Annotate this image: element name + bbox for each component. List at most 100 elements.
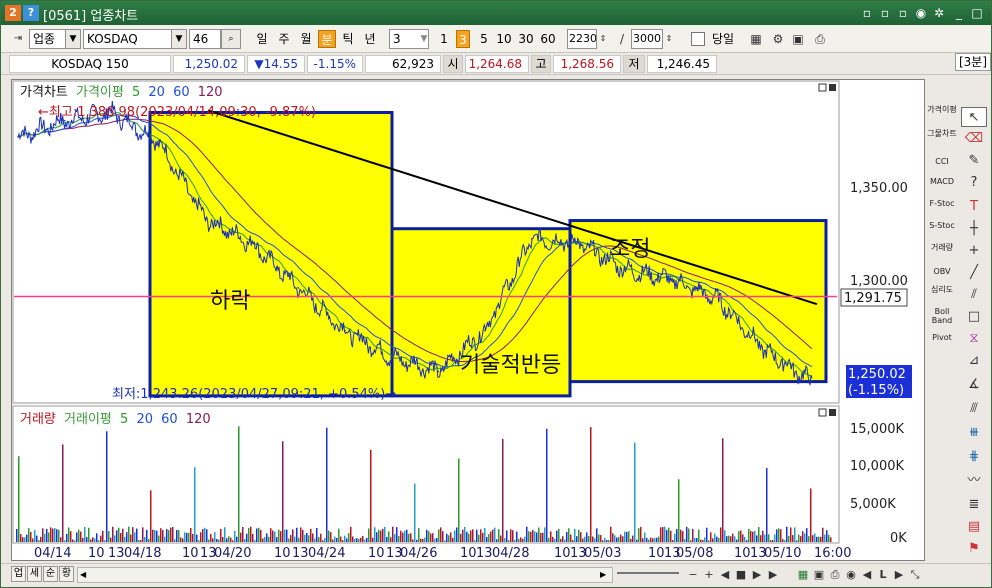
horizontal-scrollbar[interactable]: ◀ ▶ [77,567,613,583]
period-tick-button[interactable]: 틱 [339,30,357,48]
interval-3-button[interactable]: 3 [456,30,470,48]
zoom-slider[interactable] [617,572,679,574]
next-icon[interactable]: ▶ [749,567,765,583]
scale-right-icon[interactable]: ▶ [891,567,907,583]
save-image-icon[interactable]: ▣ [811,567,827,583]
parallel-line-icon[interactable]: ⫽ [961,285,987,305]
indicator-obv[interactable]: OBV [927,267,957,276]
print-chart-icon[interactable]: ⎙ [827,567,843,583]
interval-1-button[interactable]: 1 [437,30,451,48]
panel-maximize-icon[interactable] [818,83,827,92]
indicator-pivot[interactable]: Pivot [927,333,957,342]
log-scale-icon[interactable]: L [875,567,891,583]
save-icon[interactable]: ▣ [789,30,807,48]
count-input[interactable]: 46 [189,29,221,49]
print-icon[interactable]: ▫ [895,5,911,21]
indicator-psychology[interactable]: 심리도 [927,285,957,294]
index-name-input[interactable]: KOSDAQ [83,29,173,49]
indicator-s-stoc[interactable]: S-Stoc [927,221,957,230]
gann-fan-icon[interactable]: ∡ [961,375,987,395]
display-count-stepper-icon[interactable]: ⇕ [597,30,609,48]
market-type-dropdown-icon[interactable]: ▼ [65,29,81,49]
fibonacci-icon[interactable]: ⧖ [961,329,987,349]
bottom-tab-order[interactable]: 순 [43,566,58,582]
indicator-macd[interactable]: MACD [927,177,957,186]
camera-icon[interactable]: ◉ [913,5,929,21]
scroll-right-icon[interactable]: ▶ [600,569,610,581]
zoom-in-icon[interactable]: + [701,567,717,583]
vertical-line-icon[interactable]: ┼ [961,219,987,239]
display-count-input[interactable]: 2230 [567,29,597,49]
text-tool-icon[interactable]: T [961,197,987,217]
auto-trend-icon[interactable]: ⚑ [961,539,987,559]
link-icon[interactable]: ▫ [859,5,875,21]
volume-close-icon[interactable] [829,409,836,416]
print-icon[interactable]: ⎙ [811,30,829,48]
cursor-arrow-icon[interactable]: ⇥ [9,30,27,48]
volume-bar [110,537,112,542]
pitchfork-icon[interactable]: ⫻ [961,399,987,419]
grid-icon[interactable]: ▦ [747,30,765,48]
indicator-cci[interactable]: CCI [927,157,957,166]
same-day-checkbox[interactable] [691,32,705,46]
period-minute-button[interactable]: 분 [318,30,336,48]
crosshair-icon[interactable]: + [961,241,987,261]
scale-left-icon[interactable]: ◀ [859,567,875,583]
window-number-icon[interactable]: 2 [5,5,21,21]
help-tool-icon[interactable]: ? [961,173,987,193]
scroll-left-icon[interactable]: ◀ [80,569,90,581]
interval-10-button[interactable]: 10 [495,30,513,48]
indicator-volume[interactable]: 거래량 [927,243,957,252]
settings-icon[interactable]: ⚙ [769,30,787,48]
prev-icon[interactable]: ◀ [717,567,733,583]
indicator-f-stoc[interactable]: F-Stoc [927,199,957,208]
total-count-input[interactable]: 3000 [631,29,663,49]
gear-icon[interactable]: ✲ [931,5,947,21]
search-icon[interactable]: ⌕ [221,29,241,49]
resize-grip-icon[interactable]: ⤡ [907,567,923,583]
chart-svg[interactable]: 하락기술적반등 조정 가격차트 가격이평 5 20 60 120 ←최고:1,38… [12,80,924,561]
period-month-button[interactable]: 월 [297,30,315,48]
period-day-button[interactable]: 일 [253,30,271,48]
fan-lines-icon[interactable]: ⋕ [961,447,987,467]
interval-dropdown-icon[interactable]: ▼ [415,30,433,48]
minimize-icon[interactable]: _ [951,5,967,21]
bottom-tab-detail[interactable]: 세 [27,566,42,582]
fast-forward-icon[interactable]: ▶ [765,567,781,583]
timeframe-badge[interactable]: [3분] [955,53,991,71]
volume-maximize-icon[interactable] [818,408,827,417]
stop-icon[interactable]: ■ [733,567,749,583]
interval-5-button[interactable]: 5 [477,30,491,48]
interval-60-button[interactable]: 60 [539,30,557,48]
chart-area[interactable]: 하락 기술적반등 조정 가격차트 가격이평 5 20 60 120 ←최고:1,38… [11,79,925,561]
speed-line-icon[interactable]: ⊿ [961,351,987,371]
auto-icon[interactable]: ▤ [961,517,987,537]
indicator-price-ma[interactable]: 가격이평 [927,105,957,114]
erase-tool-icon[interactable]: ⌫ [961,129,987,149]
zoom-out-icon[interactable]: − [685,567,701,583]
help-icon[interactable]: ? [23,5,39,21]
wave-icon[interactable]: 〰 [961,471,987,491]
bottom-tab-industry[interactable]: 업 [11,566,26,582]
period-week-button[interactable]: 주 [275,30,293,48]
copy-icon[interactable]: ▫ [877,5,893,21]
indicator-boll-band[interactable]: Boll Band [927,307,957,325]
rectangle-tool-icon[interactable]: □ [961,307,987,327]
indicator-net-chart[interactable]: 그물차트 [927,129,957,138]
index-dropdown-icon[interactable]: ▼ [171,29,187,49]
pointer-tool-icon[interactable]: ↖ [961,107,987,127]
maximize-icon[interactable]: □ [969,5,985,21]
trend-line-icon[interactable]: ╱ [961,263,987,283]
panel-close-icon[interactable] [829,84,836,91]
close-icon[interactable] [987,5,991,21]
total-count-stepper-icon[interactable]: ⇕ [663,30,675,48]
interval-30-button[interactable]: 30 [517,30,535,48]
levels-icon[interactable]: ≣ [961,495,987,515]
market-type-select[interactable]: 업종 [29,29,67,49]
period-year-button[interactable]: 년 [361,30,379,48]
excel-icon[interactable]: ▦ [795,567,811,583]
eraser-all-icon[interactable]: ✎ [961,151,987,171]
channel-icon[interactable]: ⧻ [961,423,987,443]
bottom-tab-status[interactable]: 황 [59,566,74,582]
camera-chart-icon[interactable]: ◉ [843,567,859,583]
